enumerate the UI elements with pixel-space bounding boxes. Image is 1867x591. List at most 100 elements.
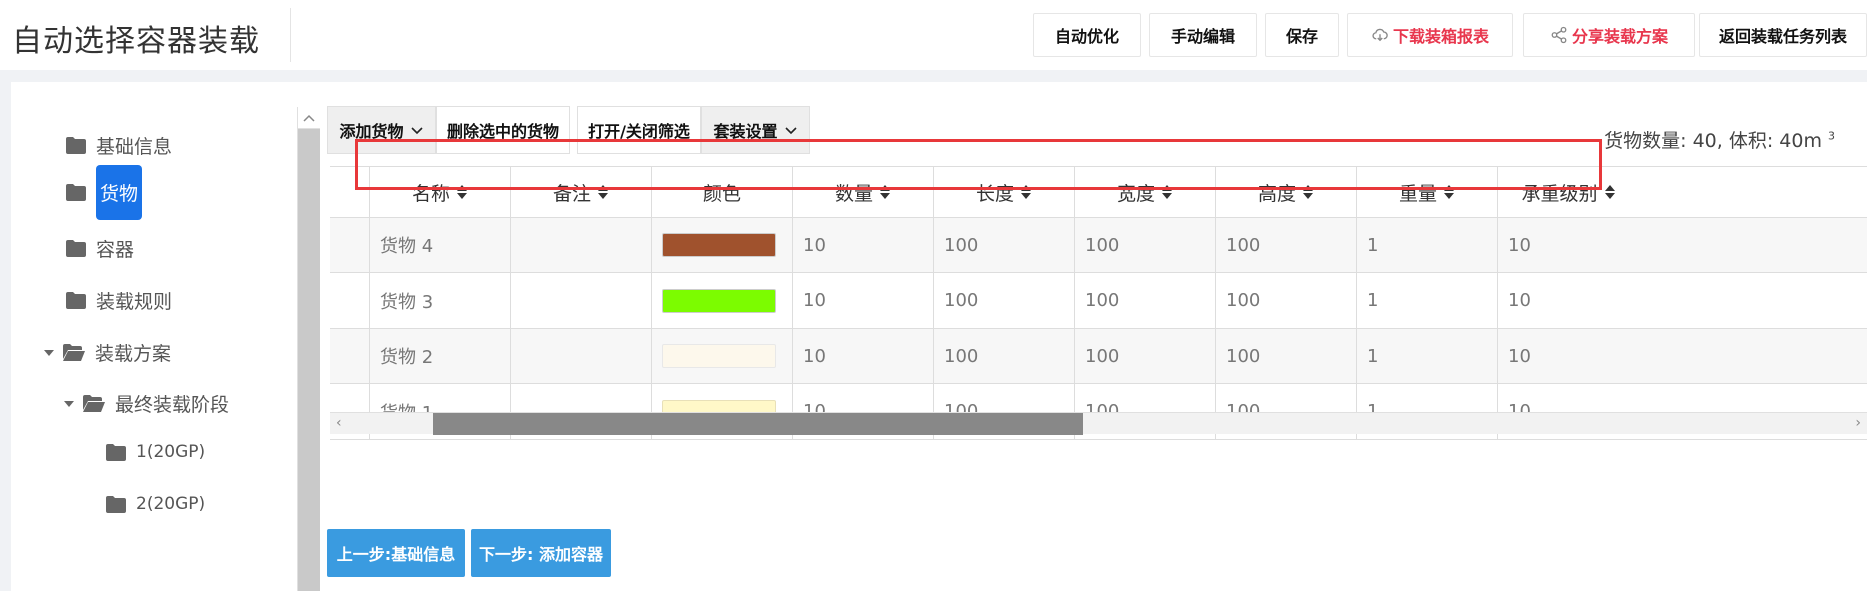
cell-quantity[interactable]: 10 bbox=[793, 273, 934, 328]
scrollbar-thumb[interactable] bbox=[433, 413, 1083, 435]
color-swatch[interactable] bbox=[662, 233, 776, 257]
folder-icon bbox=[66, 292, 86, 309]
column-header-length[interactable]: 长度 bbox=[934, 167, 1075, 217]
column-header-name[interactable]: 名称 bbox=[370, 167, 511, 217]
sidebar-item-loading-plan[interactable]: 装载方案 bbox=[43, 339, 171, 366]
cell-weight[interactable]: 1 bbox=[1357, 273, 1498, 328]
prev-step-button[interactable]: 上一步:基础信息 bbox=[327, 529, 465, 577]
scroll-left-icon[interactable]: ‹ bbox=[336, 415, 342, 431]
scrollbar-thumb[interactable] bbox=[298, 129, 320, 591]
cell-name[interactable]: 货物 2 bbox=[370, 329, 511, 383]
table-row[interactable]: 货物 2 10 100 100 100 1 10 bbox=[330, 329, 1867, 384]
sort-icon bbox=[1162, 185, 1172, 199]
cell-note[interactable] bbox=[511, 218, 652, 272]
auto-optimize-button[interactable]: 自动优化 bbox=[1033, 13, 1141, 57]
download-report-button[interactable]: 下载装箱报表 bbox=[1347, 13, 1513, 57]
select-column-header[interactable] bbox=[330, 167, 370, 217]
scroll-right-icon[interactable]: › bbox=[1855, 415, 1861, 431]
cell-color[interactable] bbox=[652, 329, 793, 383]
share-icon bbox=[1551, 26, 1567, 44]
cell-length[interactable]: 100 bbox=[934, 329, 1075, 383]
save-button[interactable]: 保存 bbox=[1265, 13, 1339, 57]
column-header-label: 重量 bbox=[1398, 182, 1437, 205]
column-header-weight[interactable]: 重量 bbox=[1357, 167, 1498, 217]
delete-selected-goods-button[interactable]: 删除选中的货物 bbox=[436, 106, 570, 154]
cell-note[interactable] bbox=[511, 329, 652, 383]
sort-icon bbox=[1303, 185, 1313, 199]
column-header-quantity[interactable]: 数量 bbox=[793, 167, 934, 217]
sidebar-item-container[interactable]: 容器 bbox=[66, 235, 134, 262]
row-select-cell[interactable] bbox=[330, 273, 370, 328]
cell-quantity[interactable]: 10 bbox=[793, 218, 934, 272]
cell-color[interactable] bbox=[652, 218, 793, 272]
column-header-height[interactable]: 高度 bbox=[1216, 167, 1357, 217]
cell-bearing-level[interactable]: 10 bbox=[1498, 218, 1639, 272]
sidebar-item-basic-info[interactable]: 基础信息 bbox=[66, 132, 172, 159]
color-swatch[interactable] bbox=[662, 344, 776, 368]
table-horizontal-scrollbar[interactable]: ‹ › bbox=[330, 412, 1867, 435]
share-plan-button[interactable]: 分享装载方案 bbox=[1523, 13, 1695, 57]
sidebar-item-final-stage[interactable]: 最终装载阶段 bbox=[63, 390, 229, 417]
cell-name[interactable]: 货物 4 bbox=[370, 218, 511, 272]
cell-height[interactable]: 100 bbox=[1216, 273, 1357, 328]
cell-weight[interactable]: 1 bbox=[1357, 218, 1498, 272]
caret-down-icon[interactable] bbox=[63, 398, 75, 410]
column-header-bearing-level[interactable]: 承重级别 bbox=[1498, 167, 1639, 217]
sidebar-item-label: 2(20GP) bbox=[136, 494, 206, 514]
content-panel: 基础信息 货物 容器 装载规则 装载方案 最终装载阶段 1(20GP) 2(20… bbox=[11, 82, 1867, 591]
scroll-up-button[interactable] bbox=[298, 107, 320, 129]
column-header-label: 承重级别 bbox=[1521, 182, 1598, 205]
folder-icon bbox=[66, 137, 86, 154]
add-goods-label: 添加货物 bbox=[339, 122, 404, 141]
add-goods-button[interactable]: 添加货物 bbox=[327, 106, 436, 154]
cell-bearing-level[interactable]: 10 bbox=[1498, 273, 1639, 328]
cell-note[interactable] bbox=[511, 273, 652, 328]
chevron-down-icon bbox=[784, 127, 797, 135]
next-step-button[interactable]: 下一步: 添加容器 bbox=[471, 529, 611, 577]
color-swatch[interactable] bbox=[662, 288, 776, 313]
cell-bearing-level[interactable]: 10 bbox=[1498, 329, 1639, 383]
back-to-task-list-button[interactable]: 返回装载任务列表 bbox=[1699, 13, 1867, 57]
sort-icon bbox=[1604, 185, 1615, 199]
cell-quantity[interactable]: 10 bbox=[793, 329, 934, 383]
column-header-label: 高度 bbox=[1257, 182, 1296, 205]
caret-down-icon[interactable] bbox=[43, 347, 55, 359]
cell-weight[interactable]: 1 bbox=[1357, 329, 1498, 383]
cell-color[interactable] bbox=[652, 273, 793, 328]
download-report-label: 下载装箱报表 bbox=[1392, 27, 1489, 46]
row-select-cell[interactable] bbox=[330, 329, 370, 383]
cell-height[interactable]: 100 bbox=[1216, 218, 1357, 272]
set-settings-button[interactable]: 套装设置 bbox=[701, 106, 810, 154]
sidebar-scrollbar[interactable] bbox=[297, 107, 320, 591]
column-header-color[interactable]: 颜色 bbox=[652, 167, 793, 217]
table-row[interactable]: 货物 3 10 100 100 100 1 10 bbox=[330, 273, 1867, 329]
sidebar-item-container-2[interactable]: 2(20GP) bbox=[106, 494, 205, 514]
cell-width[interactable]: 100 bbox=[1075, 329, 1216, 383]
cell-width[interactable]: 100 bbox=[1075, 273, 1216, 328]
sidebar-item-goods[interactable]: 货物 bbox=[66, 165, 143, 220]
goods-summary: 货物数量: 40, 体积: 40m 3 bbox=[1604, 126, 1835, 153]
cell-length[interactable]: 100 bbox=[934, 218, 1075, 272]
cell-width[interactable]: 100 bbox=[1075, 218, 1216, 272]
volume-unit-superscript: 3 bbox=[1828, 129, 1835, 143]
folder-open-icon bbox=[83, 395, 105, 412]
cloud-download-icon bbox=[1372, 28, 1388, 42]
sidebar-item-container-1[interactable]: 1(20GP) bbox=[106, 442, 205, 462]
goods-table: 名称 备注 颜色 数量 长度 宽度 高度 重量 承重级别 货物 4 10 100… bbox=[330, 166, 1867, 516]
share-plan-label: 分享装载方案 bbox=[1571, 27, 1668, 46]
manual-edit-button[interactable]: 手动编辑 bbox=[1149, 13, 1257, 57]
column-header-note[interactable]: 备注 bbox=[511, 167, 652, 217]
table-row[interactable]: 货物 4 10 100 100 100 1 10 bbox=[330, 218, 1867, 273]
row-select-cell[interactable] bbox=[330, 218, 370, 272]
cell-name[interactable]: 货物 3 bbox=[370, 273, 511, 328]
sidebar-item-label: 货物 bbox=[96, 165, 143, 220]
folder-icon bbox=[66, 240, 86, 257]
cell-height[interactable]: 100 bbox=[1216, 329, 1357, 383]
page-title: 自动选择容器装载 bbox=[12, 24, 260, 59]
sidebar-item-loading-rules[interactable]: 装载规则 bbox=[66, 287, 172, 314]
toggle-filter-button[interactable]: 打开/关闭筛选 bbox=[577, 106, 701, 154]
column-header-width[interactable]: 宽度 bbox=[1075, 167, 1216, 217]
cell-length[interactable]: 100 bbox=[934, 273, 1075, 328]
column-header-label: 数量 bbox=[834, 182, 873, 205]
sidebar-item-label: 最终装载阶段 bbox=[115, 394, 230, 416]
